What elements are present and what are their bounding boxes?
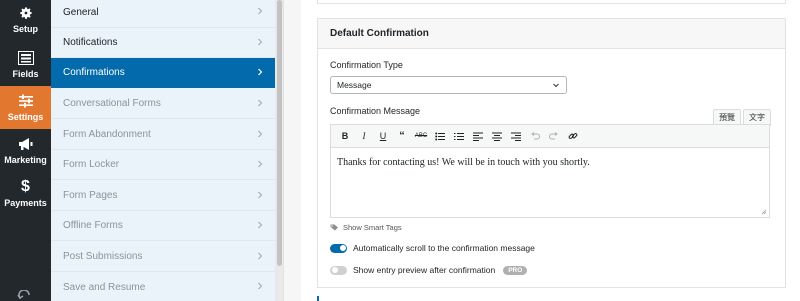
submenu-item-post-submissions[interactable]: Post Submissions xyxy=(51,242,275,272)
rail-label: Settings xyxy=(7,112,44,122)
submenu-item-label: Conversational Forms xyxy=(63,98,161,109)
chevron-right-icon xyxy=(258,160,263,168)
chevron-right-icon xyxy=(258,38,263,46)
chevron-right-icon xyxy=(258,252,263,260)
pro-badge: PRO xyxy=(503,265,528,275)
submenu-item-conversational-forms[interactable]: Conversational Forms xyxy=(51,89,275,119)
chevron-right-icon xyxy=(258,99,263,107)
submenu-item-label: Form Pages xyxy=(63,190,118,201)
blockquote-icon[interactable]: “ xyxy=(394,128,410,144)
link-icon[interactable] xyxy=(565,128,581,144)
chevron-right-icon xyxy=(258,7,263,15)
entry-preview-label: Show entry preview after confirmation xyxy=(353,265,496,275)
icon-rail: Setup Fields Settings Marketing $ Paymen… xyxy=(0,0,51,301)
italic-icon[interactable]: I xyxy=(356,128,372,144)
underline-icon[interactable]: U xyxy=(375,128,391,144)
select-value: Message xyxy=(337,80,372,90)
submenu-item-label: Confirmations xyxy=(63,67,125,78)
rail-label: Setup xyxy=(12,23,38,34)
confirmation-type-select[interactable]: Message xyxy=(330,76,567,94)
chevron-right-icon xyxy=(258,130,263,138)
message-editor: B I U “ ABC Thanks for contacting us! We… xyxy=(330,124,770,218)
revisions-icon[interactable] xyxy=(17,289,33,301)
auto-scroll-toggle-row[interactable]: Automatically scroll to the confirmation… xyxy=(330,243,535,253)
sliders-icon xyxy=(18,93,34,109)
chevron-right-icon xyxy=(258,68,263,76)
rail-item-setup[interactable]: Setup xyxy=(0,0,51,38)
align-center-icon[interactable] xyxy=(489,128,505,144)
submenu-item-label: Form Abandonment xyxy=(63,129,151,140)
chevron-right-icon xyxy=(258,282,263,290)
settings-submenu: General Notifications Confirmations Conv… xyxy=(51,0,275,301)
submenu-item-form-locker[interactable]: Form Locker xyxy=(51,150,275,180)
auto-scroll-label: Automatically scroll to the confirmation… xyxy=(353,243,535,253)
rail-item-payments[interactable]: $ Payments xyxy=(0,172,51,215)
show-smart-tags-link[interactable]: Show Smart Tags xyxy=(330,223,402,232)
submenu-item-form-abandonment[interactable]: Form Abandonment xyxy=(51,120,275,150)
submenu-item-label: Offline Forms xyxy=(63,220,123,231)
submenu-item-save-and-resume[interactable]: Save and Resume xyxy=(51,272,275,301)
submenu-item-confirmations[interactable]: Confirmations xyxy=(51,58,275,88)
strikethrough-icon[interactable]: ABC xyxy=(413,128,429,144)
submenu-item-label: General xyxy=(63,6,99,18)
entry-preview-toggle-row[interactable]: Show entry preview after confirmation PR… xyxy=(330,265,528,275)
align-left-icon[interactable] xyxy=(470,128,486,144)
previous-card xyxy=(317,0,786,4)
entry-preview-toggle[interactable] xyxy=(330,265,347,275)
submenu-item-notifications[interactable]: Notifications xyxy=(51,28,275,58)
redo-icon[interactable] xyxy=(546,128,562,144)
numbered-list-icon[interactable] xyxy=(451,128,467,144)
submenu-scrollbar-thumb[interactable] xyxy=(277,0,282,266)
submenu-item-form-pages[interactable]: Form Pages xyxy=(51,181,275,211)
submenu-item-label: Notifications xyxy=(63,37,118,48)
undo-icon[interactable] xyxy=(527,128,543,144)
message-text-area[interactable]: Thanks for contacting us! We will be in … xyxy=(331,148,769,177)
confirmation-message-label: Confirmation Message xyxy=(330,106,421,116)
rail-item-settings[interactable]: Settings xyxy=(0,86,51,129)
auto-scroll-toggle[interactable] xyxy=(330,243,347,253)
tags-icon xyxy=(330,224,338,231)
resize-handle-icon[interactable] xyxy=(761,209,767,215)
rail-label: Payments xyxy=(4,198,47,208)
smart-tags-label: Show Smart Tags xyxy=(343,223,402,232)
rail-label: Fields xyxy=(12,69,39,79)
gear-icon xyxy=(19,5,33,21)
next-panel-accent xyxy=(317,296,319,301)
rail-label: Marketing xyxy=(4,155,47,165)
megaphone-icon xyxy=(18,136,34,152)
chevron-right-icon xyxy=(258,221,263,229)
list-icon xyxy=(17,50,34,66)
submenu-item-label: Post Submissions xyxy=(63,251,143,262)
submenu-item-general[interactable]: General xyxy=(51,0,275,28)
rail-item-fields[interactable]: Fields xyxy=(0,43,51,86)
align-right-icon[interactable] xyxy=(508,128,524,144)
submenu-item-label: Save and Resume xyxy=(63,281,146,293)
bullet-list-icon[interactable] xyxy=(432,128,448,144)
confirmation-type-label: Confirmation Type xyxy=(330,60,403,70)
rail-item-marketing[interactable]: Marketing xyxy=(0,129,51,172)
panel-divider xyxy=(283,0,301,301)
bold-icon[interactable]: B xyxy=(337,128,353,144)
dollar-icon: $ xyxy=(21,178,30,195)
submenu-item-offline-forms[interactable]: Offline Forms xyxy=(51,211,275,241)
main-content: Default Confirmation Confirmation Type M… xyxy=(301,0,800,301)
default-confirmation-panel: Default Confirmation Confirmation Type M… xyxy=(317,18,786,288)
editor-toolbar: B I U “ ABC xyxy=(331,125,769,148)
chevron-down-icon xyxy=(553,83,559,88)
submenu-item-label: Form Locker xyxy=(63,159,120,170)
panel-title: Default Confirmation xyxy=(318,19,785,49)
chevron-right-icon xyxy=(258,191,263,199)
